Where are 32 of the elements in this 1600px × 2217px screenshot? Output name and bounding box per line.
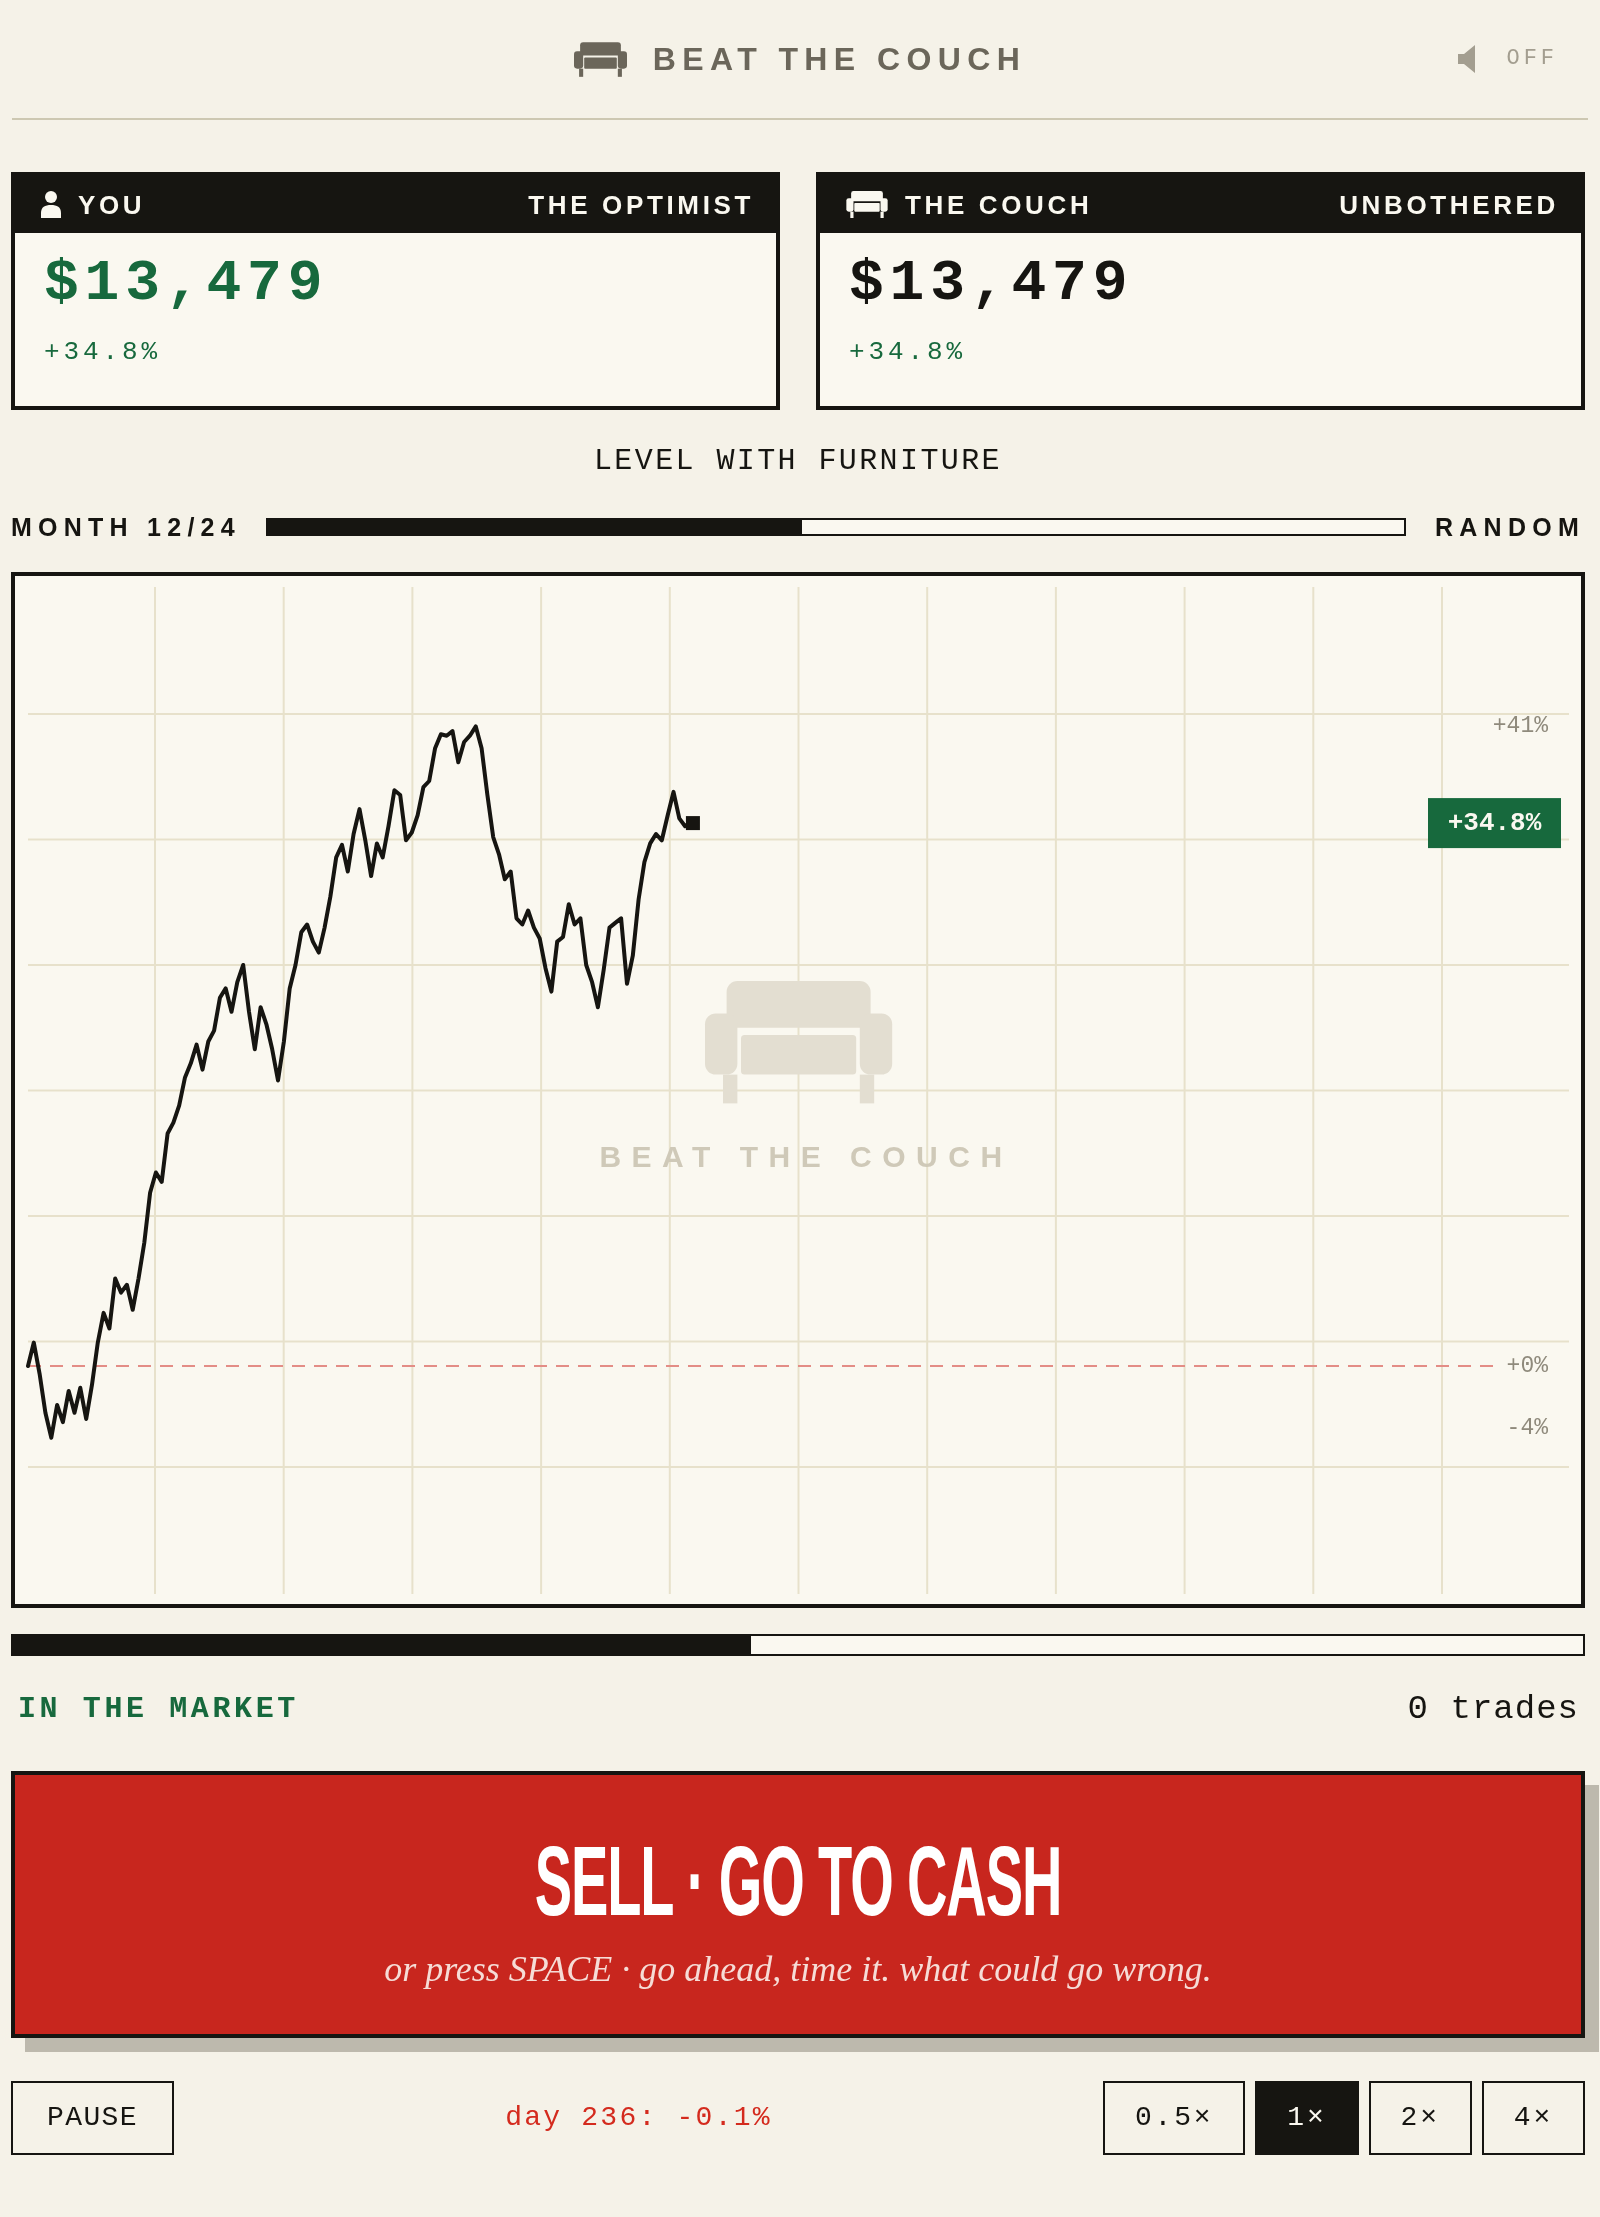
annotation: +34.8% [1447,808,1542,839]
speed-option[interactable]: 1× [1255,2081,1359,2155]
last-day-change: day 236: -0.1% [505,2101,772,2135]
player-name: THE COUCH [905,191,1093,218]
app-title: BEAT THE COUCH [652,43,1027,75]
keyboard-hint: or press SPACE · go ahead, time it. what could go wrong. [384,1948,1212,1991]
watermark-text: BEAT THE COUCH [599,1139,1013,1173]
return-percent: +34.8% [849,337,966,367]
current-value-badge: +34.8% [1428,798,1561,849]
balance-amount: $13,479 [44,255,329,313]
player-tag: THE OPTIMIST [528,191,754,218]
speed-option[interactable]: 2× [1368,2081,1472,2155]
verdict-text: LEVEL WITH FURNITURE [593,443,1003,479]
couch-icon [573,41,627,77]
axis-tick-label: -4% [1506,1415,1548,1442]
player-name: YOU [78,191,146,218]
end-point-marker-icon [685,816,700,831]
pause-button[interactable]: PAUSE [11,2081,174,2155]
player-tag: UNBOTHERED [1339,191,1559,218]
balance-amount: $13,479 [849,255,1134,313]
sell-button[interactable]: SELL · GO TO CASH or press SPACE · go ahead, time it. what could go wrong. [11,1771,1585,2038]
axis-tick-label: +41% [1492,713,1548,740]
couch-icon [846,191,888,218]
trade-count: 0 trades [1407,1692,1579,1726]
return-percent: +34.8% [44,337,161,367]
person-icon [41,191,61,218]
mode-label: RANDOM [1435,514,1585,540]
speed-option[interactable]: 4× [1481,2081,1585,2155]
speed-option[interactable]: 0.5× [1102,2081,1246,2155]
axis-tick-label: +0% [1506,1352,1548,1379]
position-status: IN THE MARKET [18,1694,299,1724]
month-counter: MONTH 12/24 [11,514,241,540]
